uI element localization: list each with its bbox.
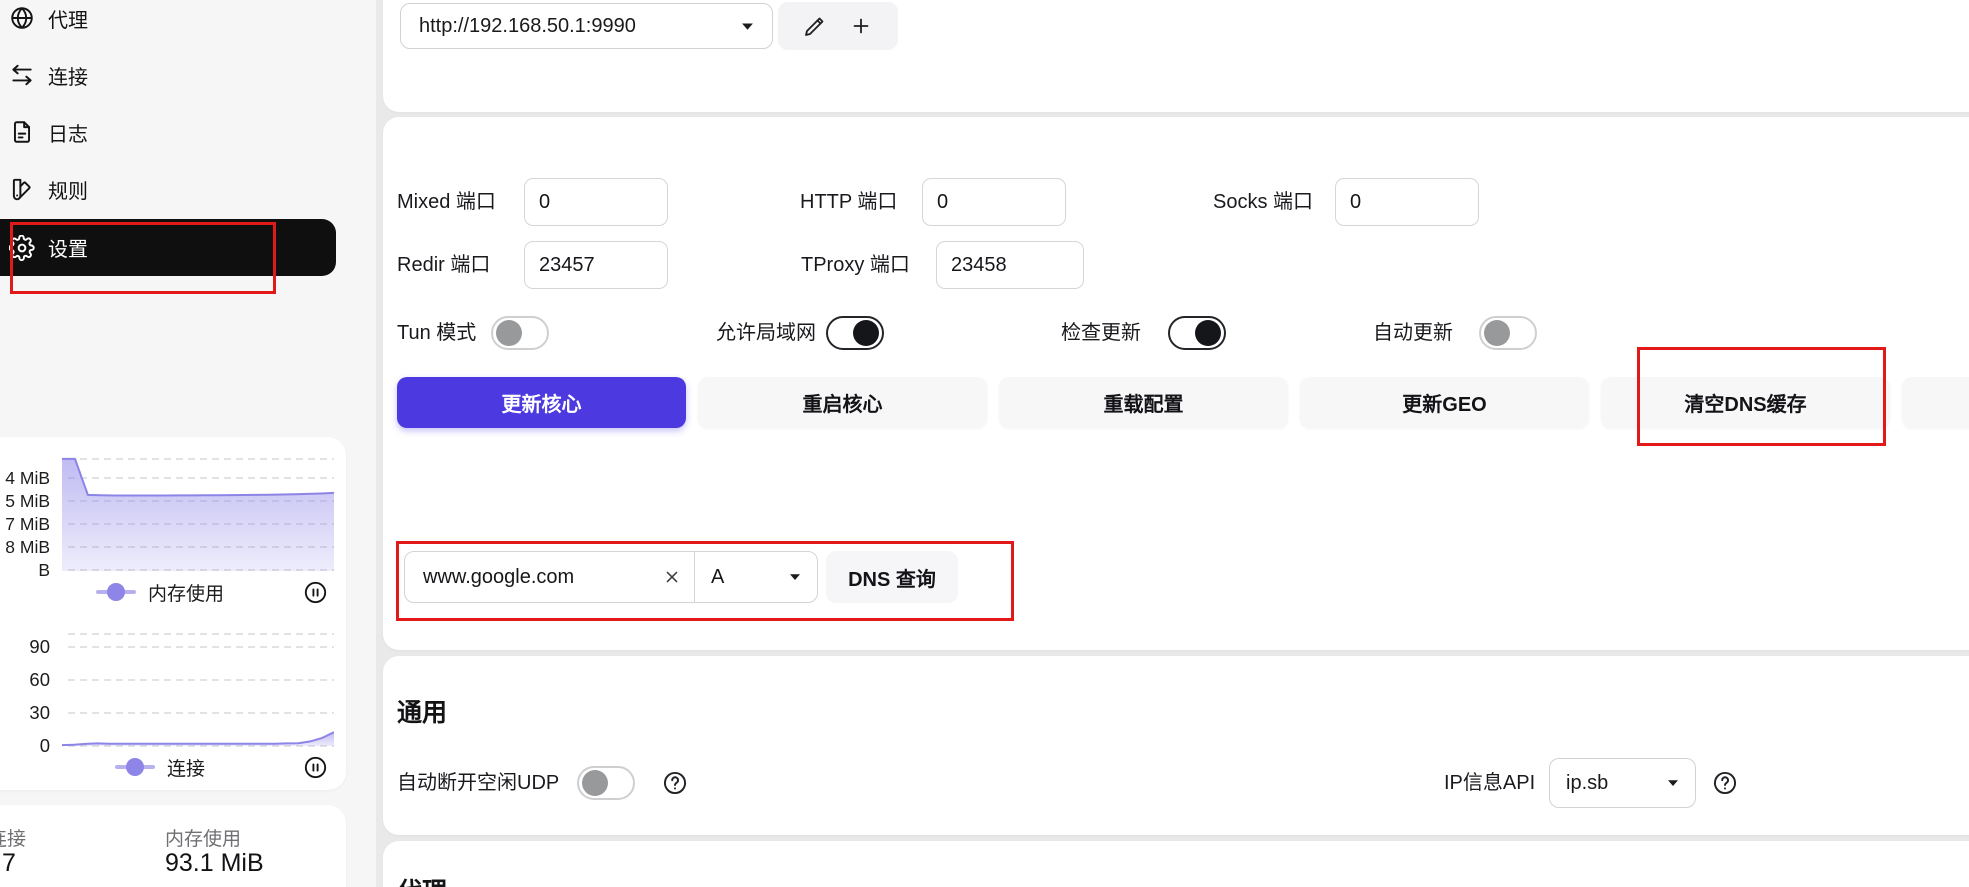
idle-udp-toggle[interactable]: [577, 766, 635, 800]
y-tick-label: 5 MiB: [0, 490, 50, 512]
chevron-down-icon: [741, 22, 754, 31]
app-root: 代理连接日志规则设置 http://192.168.50.1:9990 A DN…: [0, 0, 1969, 887]
dns-query-button[interactable]: DNS 查询: [826, 551, 958, 603]
ip-api-label: IP信息API: [1444, 769, 1535, 797]
action-button-3[interactable]: 重载配置: [999, 377, 1288, 428]
log-icon: [9, 119, 35, 145]
ip-api-value: ip.sb: [1566, 772, 1608, 795]
toggle-knob: [1195, 320, 1221, 346]
transfer-icon: [9, 62, 35, 88]
port-input[interactable]: [922, 178, 1066, 226]
dns-query-input[interactable]: [421, 565, 645, 590]
general-card: [383, 656, 1969, 835]
memory-stat-label: 内存使用: [165, 824, 241, 851]
action-button-5[interactable]: 清空DNS缓存: [1601, 377, 1890, 428]
gear-icon: [9, 235, 35, 261]
dns-query-input-wrap: [405, 552, 695, 602]
dns-record-type-select[interactable]: A: [695, 552, 817, 602]
toggle-label: Tun 模式: [397, 319, 476, 347]
y-tick-label: 4 MiB: [0, 467, 50, 489]
pause-circle-icon: [303, 580, 328, 605]
action-button-2[interactable]: 重启核心: [698, 377, 987, 428]
port-input[interactable]: [1335, 178, 1479, 226]
legend-marker-icon: [115, 765, 155, 769]
toggle-label: 检查更新: [1061, 319, 1141, 347]
toggle-switch[interactable]: [1168, 316, 1226, 350]
sidebar-item-1[interactable]: 代理: [0, 0, 340, 46]
action-button-6[interactable]: [1902, 377, 1969, 428]
port-input[interactable]: [524, 241, 668, 289]
toggle-switch[interactable]: [491, 316, 549, 350]
backend-endpoint-value: http://192.168.50.1:9990: [419, 15, 636, 38]
general-section-heading: 通用: [397, 693, 447, 729]
proxy-section-heading: 代理: [397, 872, 447, 887]
port-input[interactable]: [936, 241, 1084, 289]
sidebar-item-label: 日志: [48, 118, 88, 147]
y-tick-label: 60: [0, 669, 50, 691]
connections-chart-legend: 连接: [0, 756, 346, 778]
sidebar-item-3[interactable]: 日志: [0, 104, 340, 160]
port-field-label: Redir 端口: [397, 251, 490, 279]
y-tick-label: 0: [0, 735, 50, 757]
toggle-knob: [582, 770, 608, 796]
plus-icon: [849, 14, 873, 38]
toggle-knob: [853, 320, 879, 346]
sidebar-item-5[interactable]: 设置: [0, 219, 336, 276]
pause-chart-button[interactable]: [303, 755, 328, 780]
sidebar-item-label: 设置: [48, 233, 88, 262]
y-tick-label: 30: [0, 702, 50, 724]
connections-legend-label: 连接: [167, 754, 205, 781]
ip-api-select[interactable]: ip.sb: [1549, 758, 1696, 808]
connections-chart: [62, 630, 334, 748]
toggle-knob: [1484, 320, 1510, 346]
legend-marker-icon: [96, 590, 136, 594]
sidebar-item-label: 代理: [48, 4, 88, 33]
memory-stat-value: 93.1 MiB: [165, 849, 264, 878]
add-endpoint-button[interactable]: [849, 14, 873, 38]
sidebar-item-2[interactable]: 连接: [0, 47, 340, 103]
help-icon[interactable]: [1712, 770, 1738, 796]
sidebar-item-label: 规则: [48, 175, 88, 204]
memory-usage-chart: [62, 453, 334, 573]
y-tick-label: 90: [0, 636, 50, 658]
rules-icon: [9, 176, 35, 202]
connections-stat-label: 连接: [0, 824, 26, 851]
help-icon[interactable]: [662, 770, 688, 796]
toggle-switch[interactable]: [1479, 316, 1537, 350]
pause-circle-icon: [303, 755, 328, 780]
backend-endpoint-select[interactable]: http://192.168.50.1:9990: [400, 3, 773, 49]
memory-chart-legend: 内存使用: [0, 581, 346, 603]
proxy-card: [383, 841, 1969, 887]
toggle-label: 允许局域网: [716, 319, 816, 347]
chevron-down-icon: [1667, 779, 1679, 787]
pencil-icon: [803, 14, 827, 38]
port-field-label: TProxy 端口: [801, 251, 910, 279]
endpoint-actions: [778, 2, 898, 50]
action-button-1[interactable]: 更新核心: [397, 377, 686, 428]
globe-icon: [9, 5, 35, 31]
port-input[interactable]: [524, 178, 668, 226]
toggle-label: 自动更新: [1373, 319, 1453, 347]
toggle-switch[interactable]: [826, 316, 884, 350]
connections-stat-value: 7: [2, 849, 16, 878]
clear-input-icon[interactable]: [662, 567, 682, 587]
chevron-down-icon: [789, 573, 801, 581]
memory-legend-label: 内存使用: [148, 579, 224, 606]
sidebar-item-label: 连接: [48, 61, 88, 90]
sidebar-item-4[interactable]: 规则: [0, 161, 340, 217]
edit-endpoint-button[interactable]: [803, 14, 827, 38]
pause-chart-button[interactable]: [303, 580, 328, 605]
y-tick-label: 8 MiB: [0, 536, 50, 558]
port-field-label: HTTP 端口: [800, 188, 897, 216]
y-tick-label: B: [0, 559, 50, 581]
dns-record-type-value: A: [711, 566, 724, 589]
action-button-4[interactable]: 更新GEO: [1300, 377, 1589, 428]
port-field-label: Mixed 端口: [397, 188, 496, 216]
idle-udp-label: 自动断开空闲UDP: [397, 769, 559, 797]
port-field-label: Socks 端口: [1213, 188, 1313, 216]
toggle-knob: [496, 320, 522, 346]
dns-query-group: A: [404, 551, 818, 603]
y-tick-label: 7 MiB: [0, 513, 50, 535]
